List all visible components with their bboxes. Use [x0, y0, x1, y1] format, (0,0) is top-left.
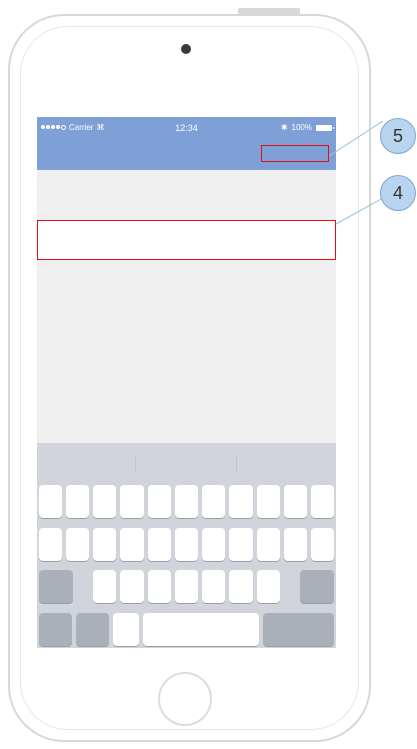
callout-top: 5	[380, 118, 416, 154]
callout-leader-line	[328, 120, 384, 157]
callout-leader-lines	[328, 120, 384, 225]
callout-field: 4	[380, 175, 416, 211]
callout-leader-line	[335, 197, 384, 225]
